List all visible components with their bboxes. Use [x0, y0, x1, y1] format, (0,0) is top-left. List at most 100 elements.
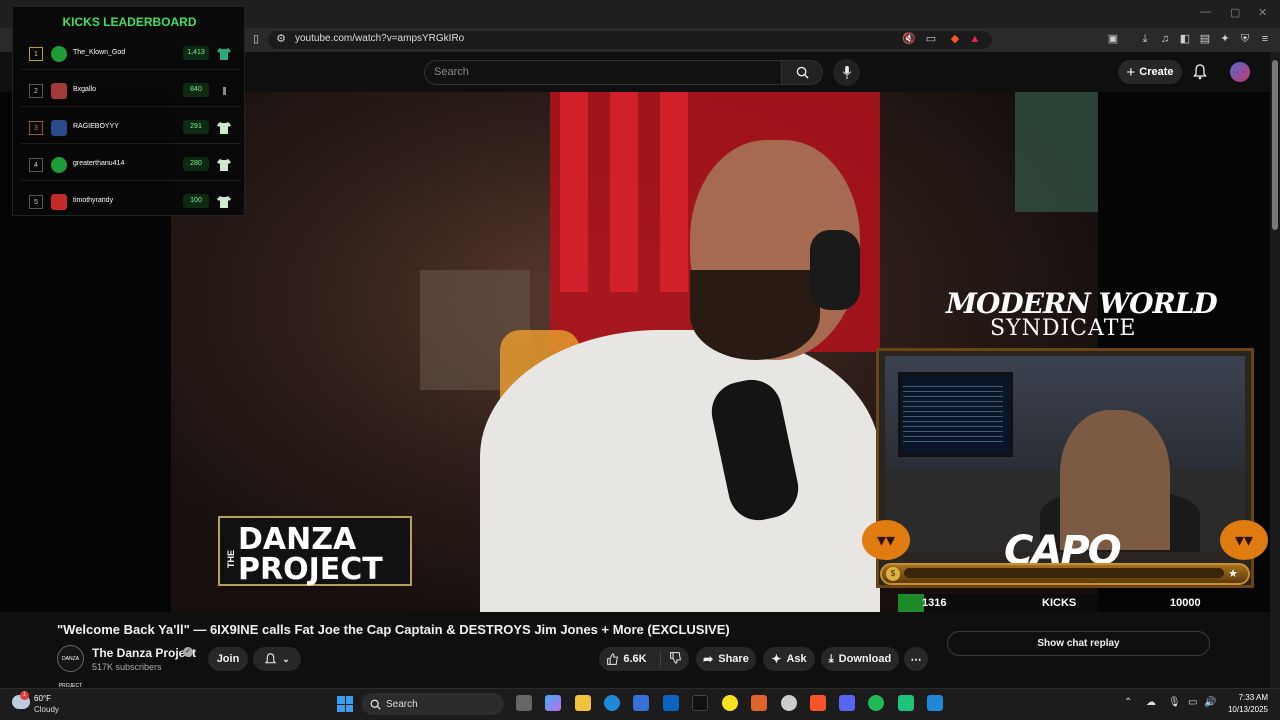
store-icon[interactable]	[633, 695, 649, 711]
tray-chevron-icon[interactable]: ⌃	[1124, 697, 1132, 708]
share-button[interactable]: ➦ Share	[696, 647, 756, 671]
headphones-graphic	[810, 230, 860, 310]
weather-condition[interactable]: Cloudy	[34, 705, 59, 714]
voice-search-button[interactable]	[833, 59, 860, 86]
pumpkin-face-icon: ▾▾	[876, 530, 896, 550]
more-actions-button[interactable]: ⋯	[904, 647, 928, 671]
scrollbar-thumb[interactable]	[1272, 60, 1278, 230]
edge-icon[interactable]	[604, 695, 620, 711]
leaderboard-score: 840	[183, 83, 209, 97]
plus-icon: +	[1126, 63, 1136, 81]
download-button[interactable]: ⤓ Download	[821, 647, 899, 671]
channel-avatar[interactable]: DANZA PROJECT	[57, 645, 84, 689]
show-chat-replay-button[interactable]: Show chat replay	[947, 631, 1210, 656]
thumbs-up-icon	[607, 652, 619, 665]
leo-ai-icon[interactable]: ✦	[1218, 32, 1232, 46]
network-icon[interactable]: ▭	[1188, 697, 1197, 708]
minimize-icon[interactable]: —	[1200, 6, 1211, 18]
sidebar-icon[interactable]: ◧	[1178, 32, 1192, 46]
rank-badge: 3	[29, 121, 43, 135]
rank-badge: 5	[29, 195, 43, 209]
media-icon[interactable]: ♫	[1158, 32, 1172, 46]
taskbar-search[interactable]	[362, 693, 504, 715]
brave-rewards-icon[interactable]: ▲	[968, 32, 982, 46]
join-button[interactable]: Join	[208, 647, 248, 671]
site-info-icon[interactable]: ⚙	[274, 32, 288, 46]
outlook-icon[interactable]	[663, 695, 679, 711]
spotify-icon[interactable]	[868, 695, 884, 711]
download-icon: ⤓	[828, 652, 834, 665]
mute-tab-icon[interactable]: 🔇	[902, 32, 916, 46]
danza-project-logo: THE DANZA PROJECT	[218, 516, 412, 587]
leaderboard-username: The_Klown_God	[73, 49, 126, 56]
volume-icon[interactable]: 🔊	[1204, 697, 1216, 708]
copilot-icon[interactable]	[545, 695, 561, 711]
like-dislike-group: 6.6K	[599, 647, 689, 671]
shirt-icon	[217, 159, 231, 171]
wallet-icon[interactable]: ▤	[1198, 32, 1212, 46]
leaderboard-username: timothyrandy	[73, 197, 114, 204]
weather-alert-badge: 1	[20, 691, 29, 700]
search-input[interactable]	[424, 60, 782, 85]
leaderboard-score: 1,413	[183, 46, 209, 60]
windows-start-icon[interactable]	[337, 696, 353, 712]
leaderboard-username: Bxgallo	[73, 86, 96, 93]
subscriber-count: 517K subscribers	[92, 662, 162, 672]
subscribe-notification-button[interactable]: ⌄	[253, 647, 301, 671]
thumbs-down-icon	[669, 652, 681, 664]
clock-date[interactable]: 10/13/2025	[1222, 705, 1268, 714]
app-icon[interactable]	[927, 695, 943, 711]
search-button[interactable]	[781, 60, 823, 85]
background-window	[1015, 92, 1098, 212]
leaderboard-score: 280	[183, 157, 209, 171]
leaderboard-score: 291	[183, 120, 209, 134]
taskbar-search-label: Search	[386, 699, 418, 710]
downloads-icon[interactable]: ⤓	[1138, 32, 1152, 46]
chevron-down-icon: ⌄	[282, 653, 290, 664]
brave-shields-icon[interactable]: ◆	[948, 32, 962, 46]
channel-name[interactable]: The Danza Project	[92, 646, 196, 660]
brave-icon[interactable]	[810, 695, 826, 711]
monitor-screen-graphic	[903, 386, 1003, 446]
notifications-bell-icon[interactable]	[1192, 64, 1208, 80]
url-text[interactable]: youtube.com/watch?v=ampsYRGkIRo	[295, 33, 464, 44]
steam-icon[interactable]	[781, 695, 797, 711]
vpn-icon[interactable]: ⛨	[1238, 32, 1252, 46]
task-view-icon[interactable]	[516, 695, 532, 711]
shirt-icon	[217, 122, 231, 134]
dislike-button[interactable]	[659, 651, 682, 667]
menu-icon[interactable]: ≡	[1258, 32, 1272, 46]
tiktok-icon[interactable]	[692, 695, 708, 711]
cloud-tray-icon[interactable]: ☁	[1146, 697, 1156, 708]
star-icon: ★	[1228, 568, 1238, 580]
file-explorer-icon[interactable]	[575, 695, 591, 711]
bookmark-icon[interactable]: ▯	[249, 32, 263, 46]
sparkle-icon: ✦	[771, 652, 782, 666]
app-icon[interactable]	[751, 695, 767, 711]
leaderboard-username: RAGIEBOYYY	[73, 123, 119, 130]
goal-bar-track	[904, 568, 1224, 578]
bell-icon	[265, 652, 277, 663]
discord-icon[interactable]	[839, 695, 855, 711]
screen: — ▢ ✕ ▯ ⚙ youtube.com/watch?v=ampsYRGkIR…	[0, 0, 1280, 720]
ask-button[interactable]: ✦ Ask	[763, 647, 815, 671]
close-icon[interactable]: ✕	[1258, 6, 1267, 19]
mic-tray-icon[interactable]: 🎙	[1168, 697, 1181, 708]
snapchat-icon[interactable]	[722, 695, 738, 711]
maximize-icon[interactable]: ▢	[1230, 6, 1240, 19]
chair-slat	[610, 92, 638, 292]
create-button[interactable]: + Create	[1118, 60, 1182, 84]
coin-icon: $	[886, 567, 900, 581]
leaderboard-row: 1 The_Klown_God 1,413	[21, 38, 241, 70]
account-avatar[interactable]	[1230, 62, 1250, 82]
avatar	[51, 157, 67, 173]
tab-search-icon[interactable]: ▣	[1106, 32, 1120, 46]
app-icon[interactable]	[898, 695, 914, 711]
clock-time[interactable]: 7:33 AM	[1236, 693, 1268, 702]
cast-icon[interactable]: ▭	[924, 32, 938, 46]
weather-temperature[interactable]: 60°F	[34, 694, 51, 703]
like-button[interactable]: 6.6K	[606, 652, 647, 666]
kicks-leaderboard: KICKS LEADERBOARD 1 The_Klown_God 1,413 …	[12, 6, 245, 216]
avatar	[51, 46, 67, 62]
kicks-current: 1316	[922, 597, 947, 609]
